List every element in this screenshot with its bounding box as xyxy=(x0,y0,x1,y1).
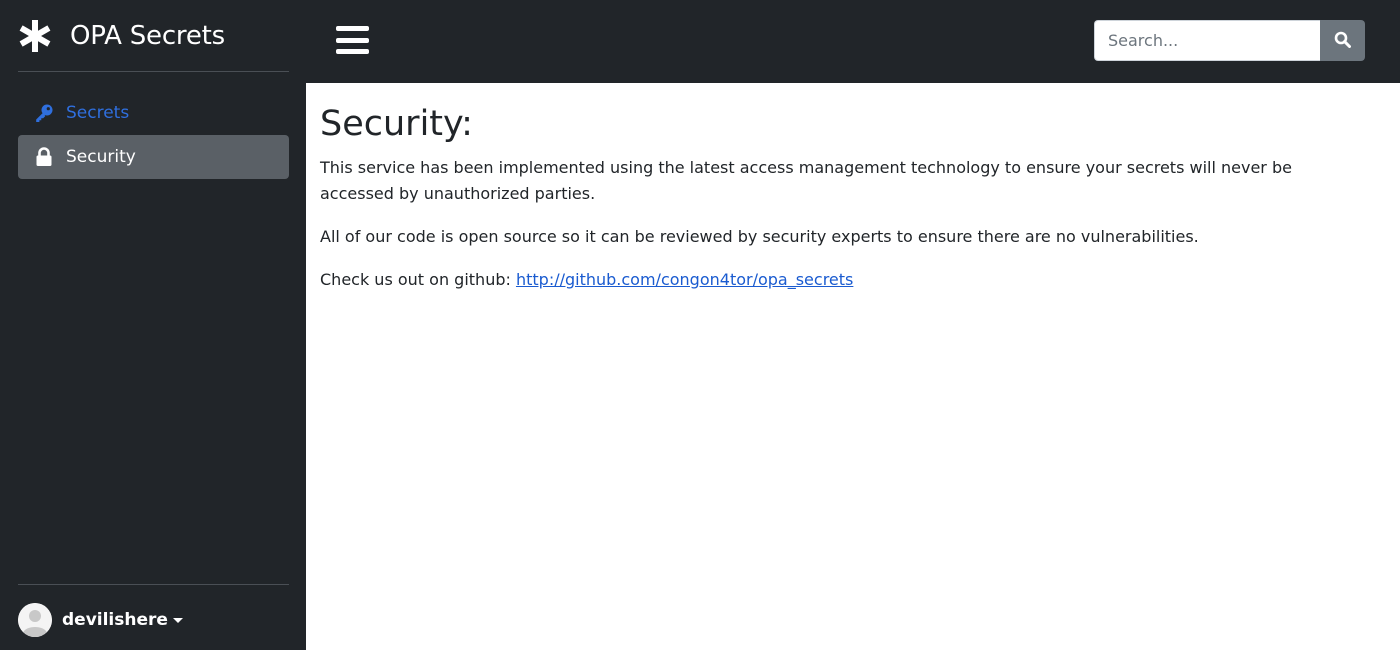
search-icon xyxy=(1334,31,1351,51)
username: devilishere xyxy=(62,610,168,630)
brand-title: OPA Secrets xyxy=(70,21,225,51)
sidebar-divider-top xyxy=(18,71,289,72)
chevron-down-icon xyxy=(172,617,183,623)
top-navbar xyxy=(306,0,1400,83)
open-source-paragraph: All of our code is open source so it can… xyxy=(320,227,1199,246)
menu-bar xyxy=(336,37,369,43)
lock-icon xyxy=(34,147,54,167)
github-paragraph: Check us out on github: http://github.co… xyxy=(320,267,1360,293)
search-input[interactable] xyxy=(1094,20,1320,61)
search-form xyxy=(1094,20,1365,61)
github-link[interactable]: http://github.com/congon4tor/opa_secrets xyxy=(516,270,853,289)
user-avatar xyxy=(18,603,52,637)
sidebar-item-label: Security xyxy=(66,147,136,167)
sidebar-nav: Secrets Security xyxy=(18,91,289,179)
sidebar-divider-bottom xyxy=(18,584,289,585)
sidebar: OPA Secrets Secrets Security devilishere xyxy=(0,0,306,650)
menu-bar xyxy=(336,26,369,31)
main-content: Security: This service has been implemen… xyxy=(306,83,1400,650)
asterisk-icon xyxy=(18,19,52,53)
key-icon xyxy=(34,103,54,123)
description-paragraph: This service has been implemented using … xyxy=(320,158,1292,203)
page-title: Security: xyxy=(320,104,473,144)
sidebar-item-security[interactable]: Security xyxy=(18,135,289,179)
user-menu[interactable]: devilishere xyxy=(18,602,183,638)
brand-link[interactable]: OPA Secrets xyxy=(18,16,225,56)
github-prefix: Check us out on github: xyxy=(320,270,516,289)
search-button[interactable] xyxy=(1320,20,1365,61)
sidebar-item-secrets[interactable]: Secrets xyxy=(18,91,289,135)
hamburger-menu-icon[interactable] xyxy=(336,24,370,56)
menu-bar xyxy=(336,49,369,54)
sidebar-item-label: Secrets xyxy=(66,103,130,123)
